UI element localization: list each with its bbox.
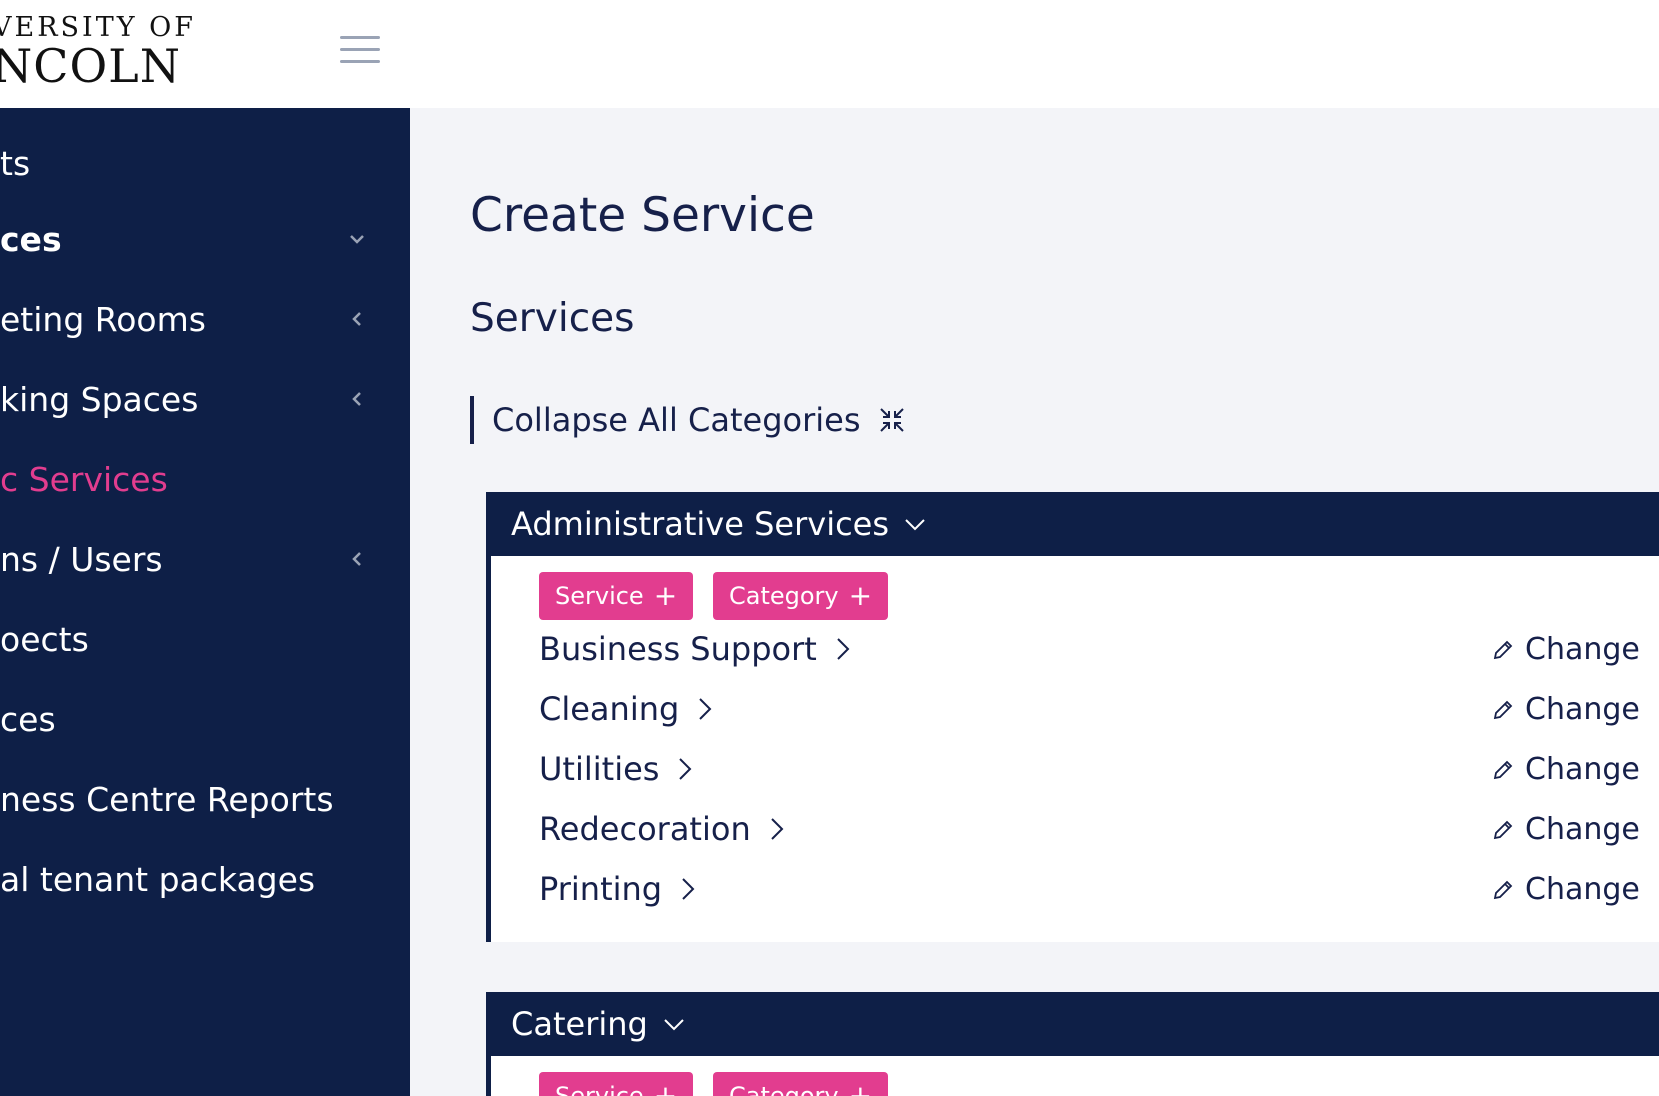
service-row: Redecoration Change — [491, 800, 1659, 860]
sidebar-item-label: king Spaces — [0, 380, 199, 419]
collapse-all-button[interactable]: Collapse All Categories — [470, 396, 906, 444]
change-label: Change — [1525, 872, 1640, 907]
sidebar-item-label: c Services — [0, 460, 168, 499]
service-row: Printing Change — [491, 860, 1659, 920]
category-title: Administrative Services — [511, 505, 890, 543]
sidebar-item-label: eting Rooms — [0, 300, 206, 339]
service-name: Utilities — [539, 750, 660, 788]
collapse-all-label: Collapse All Categories — [492, 401, 861, 439]
chevron-left-icon — [352, 392, 361, 406]
pencil-icon — [1493, 640, 1513, 659]
category-card: Catering Service + Category + — [486, 992, 1659, 1096]
collapse-icon — [880, 408, 905, 432]
chevron-left-icon — [352, 552, 361, 566]
category-header[interactable]: Administrative Services — [491, 492, 1659, 556]
sidebar-item-label: ness Centre Reports — [0, 780, 334, 819]
sidebar-item-5[interactable]: ns / Users — [0, 528, 410, 588]
service-name: Printing — [539, 870, 663, 908]
service-name: Cleaning — [539, 690, 680, 728]
sidebar-item-label: ts — [0, 144, 31, 183]
section-title: Services — [470, 296, 635, 341]
plus-icon: + — [653, 1079, 678, 1096]
category-title: Catering — [511, 1005, 648, 1043]
service-link[interactable]: Utilities — [539, 750, 693, 788]
add-service-label: Service — [555, 582, 644, 610]
pencil-icon — [1493, 760, 1513, 779]
category-actions: Service + Category + — [491, 1056, 1659, 1096]
sidebar-item-label: oects — [0, 620, 89, 659]
add-service-button[interactable]: Service + — [539, 572, 694, 620]
sidebar-item-2[interactable]: eting Rooms — [0, 288, 410, 348]
pencil-icon — [1493, 820, 1513, 839]
service-row: Business Support Change — [491, 620, 1659, 680]
change-service-link[interactable]: Change — [1491, 692, 1640, 727]
sidebar-item-9[interactable]: al tenant packages — [0, 848, 410, 908]
sidebar-item-label: ns / Users — [0, 540, 163, 579]
sidebar-item-label: al tenant packages — [0, 860, 316, 899]
change-label: Change — [1525, 692, 1640, 727]
change-label: Change — [1525, 812, 1640, 847]
change-label: Change — [1525, 632, 1640, 667]
sidebar-item-8[interactable]: ness Centre Reports — [0, 768, 410, 828]
service-name: Business Support — [539, 630, 817, 668]
category-actions: Service + Category + — [491, 556, 1659, 620]
category-header[interactable]: Catering — [491, 992, 1659, 1056]
chevron-down-icon — [350, 235, 364, 244]
university-logo[interactable]: VERSITY OF NCOLN — [0, 14, 196, 89]
sidebar-item-1[interactable]: ces — [0, 208, 410, 268]
sidebar-item-6[interactable]: oects — [0, 608, 410, 668]
service-link[interactable]: Printing — [539, 870, 696, 908]
service-link[interactable]: Cleaning — [539, 690, 713, 728]
service-link[interactable]: Business Support — [539, 630, 851, 668]
plus-icon: + — [653, 579, 678, 612]
main-content: Create Service Services Collapse All Cat… — [410, 108, 1659, 1096]
sidebar-item-label: ces — [0, 220, 62, 259]
chevron-left-icon — [352, 312, 361, 326]
change-service-link[interactable]: Change — [1491, 872, 1640, 907]
sidebar-item-0[interactable]: ts — [0, 132, 410, 192]
pencil-icon — [1493, 700, 1513, 719]
sidebar-item-3[interactable]: king Spaces — [0, 368, 410, 428]
chevron-right-icon — [679, 758, 692, 780]
logo-line-1: VERSITY OF — [0, 12, 196, 43]
change-service-link[interactable]: Change — [1491, 812, 1640, 847]
chevron-right-icon — [771, 818, 784, 840]
logo-line-2: NCOLN — [0, 39, 181, 93]
page-title: Create Service — [470, 188, 815, 243]
hamburger-menu-icon[interactable] — [340, 36, 380, 68]
chevron-down-icon — [664, 1019, 684, 1031]
pencil-icon — [1493, 880, 1513, 899]
add-category-button[interactable]: Category + — [713, 1072, 889, 1096]
change-label: Change — [1525, 752, 1640, 787]
service-link[interactable]: Redecoration — [539, 810, 785, 848]
service-row: Cleaning Change — [491, 680, 1659, 740]
sidebar-item-7[interactable]: ces — [0, 688, 410, 748]
change-service-link[interactable]: Change — [1491, 632, 1640, 667]
add-category-label: Category — [729, 582, 839, 610]
service-name: Redecoration — [539, 810, 751, 848]
plus-icon: + — [848, 579, 873, 612]
top-header: VERSITY OF NCOLN — [0, 0, 1659, 108]
add-service-label: Service — [555, 1082, 644, 1096]
chevron-down-icon — [905, 519, 925, 531]
sidebar-item-label: ces — [0, 700, 56, 739]
category-card: Administrative Services Service + Catego… — [486, 492, 1659, 942]
chevron-right-icon — [682, 878, 695, 900]
chevron-right-icon — [699, 698, 712, 720]
chevron-right-icon — [837, 638, 850, 660]
sidebar-item-4[interactable]: c Services — [0, 448, 410, 508]
add-service-button[interactable]: Service + — [539, 1072, 694, 1096]
sidebar-nav: ts ces eting Rooms king Spaces c Service… — [0, 108, 410, 1096]
plus-icon: + — [848, 1079, 873, 1096]
change-service-link[interactable]: Change — [1491, 752, 1640, 787]
add-category-label: Category — [729, 1082, 839, 1096]
service-row: Utilities Change — [491, 740, 1659, 800]
add-category-button[interactable]: Category + — [713, 572, 889, 620]
